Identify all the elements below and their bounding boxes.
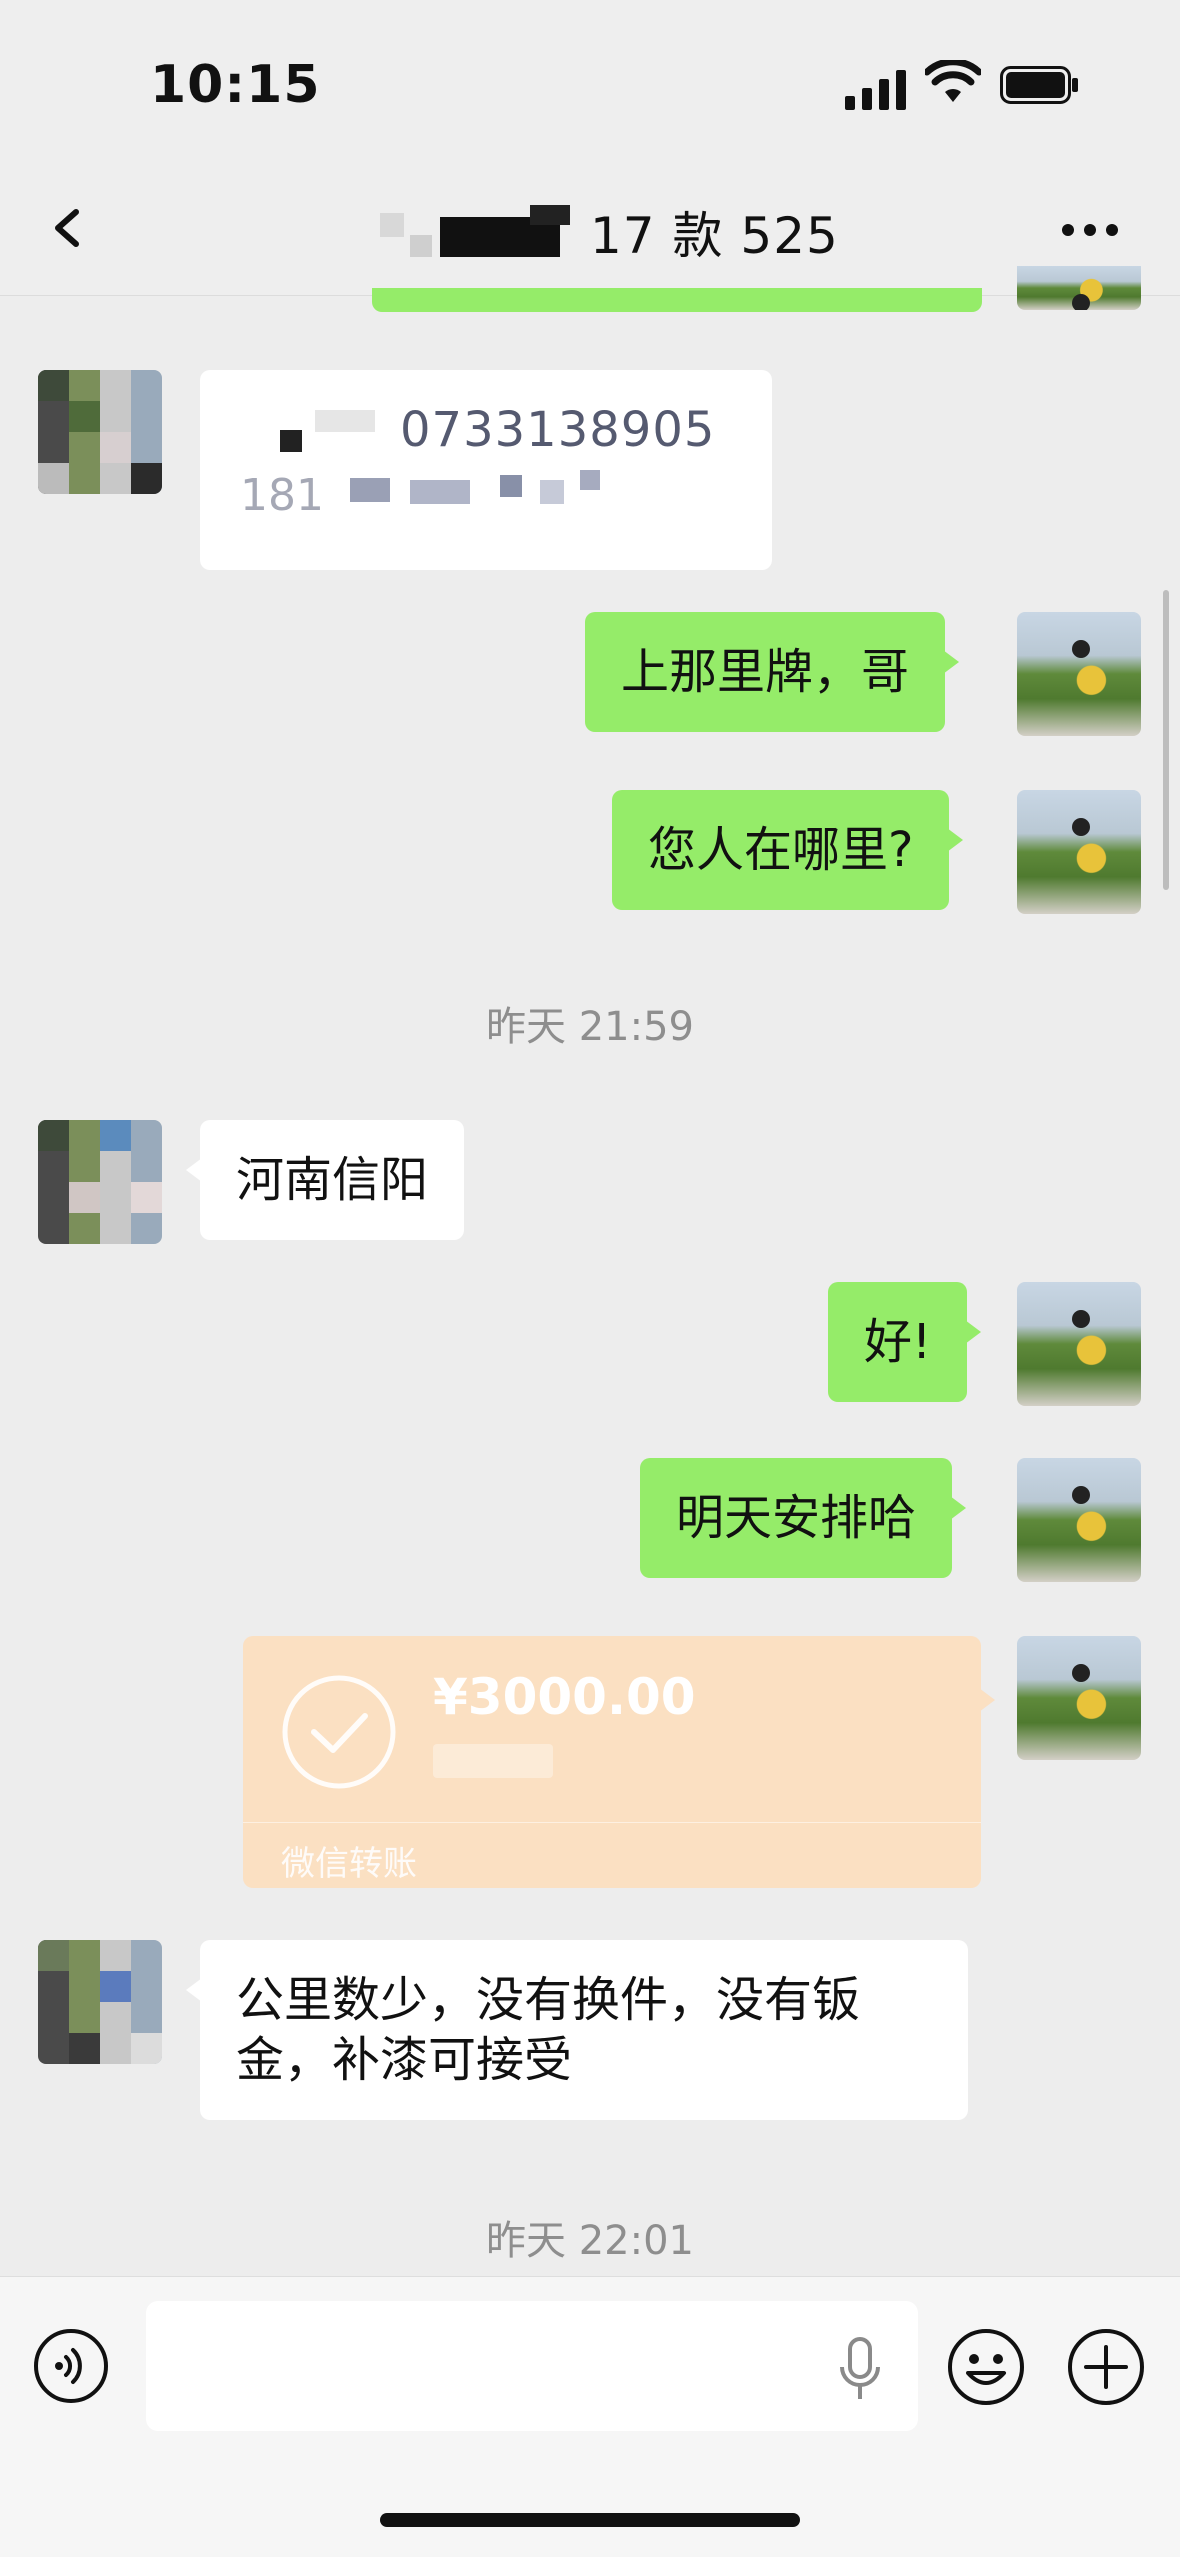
- message-bubble-sent[interactable]: 上那里牌，哥: [585, 612, 960, 732]
- back-chevron-icon[interactable]: [48, 208, 88, 248]
- contact-avatar[interactable]: [38, 370, 162, 494]
- status-bar: 10:15: [0, 0, 1180, 160]
- wechat-transfer-card[interactable]: ¥3000.00 微信转账: [243, 1636, 995, 1888]
- contact-avatar[interactable]: [38, 1940, 162, 2064]
- message-bubble-sent[interactable]: 您人在哪里?: [612, 790, 964, 910]
- message-text: 公里数少，没有换件，没有钣金，补漆可接受: [236, 1972, 861, 2088]
- message-text: 河南信阳: [236, 1152, 429, 1208]
- message-timestamp: 昨天 22:01: [486, 2218, 694, 2264]
- message-bubble-sent[interactable]: 明天安排哈: [640, 1458, 967, 1578]
- message-timestamp: 昨天 21:59: [486, 1004, 694, 1050]
- emoji-icon[interactable]: [946, 2327, 1026, 2407]
- status-time: 10:15: [150, 55, 321, 115]
- battery-icon: [1000, 66, 1078, 104]
- message-bubble-received[interactable]: 公里数少，没有换件，没有钣金，补漆可接受: [186, 1940, 968, 2120]
- chat-header: 17 款 525: [0, 160, 1180, 296]
- message-bubble-sent[interactable]: 好!: [828, 1282, 982, 1402]
- self-avatar[interactable]: [1017, 790, 1141, 914]
- plus-icon[interactable]: [1066, 2327, 1146, 2407]
- transfer-label: 微信转账: [281, 1844, 417, 1884]
- message-input[interactable]: [146, 2301, 918, 2431]
- self-avatar[interactable]: [1017, 612, 1141, 736]
- redacted-text-bubble[interactable]: 0733138905 181: [200, 370, 772, 570]
- transfer-divider: [243, 1822, 981, 1823]
- message-input-bar: [0, 2276, 1180, 2557]
- self-avatar[interactable]: [1017, 1636, 1141, 1760]
- home-indicator[interactable]: [380, 2513, 800, 2527]
- contact-avatar[interactable]: [38, 1120, 162, 1244]
- microphone-icon[interactable]: [838, 2337, 882, 2401]
- check-circle-icon: [282, 1675, 396, 1789]
- phone-number-text: 0733138905: [400, 402, 716, 458]
- partial-message-bubble[interactable]: [372, 288, 982, 312]
- message-text: 好!: [864, 1314, 932, 1370]
- self-avatar[interactable]: [1017, 1458, 1141, 1582]
- message-text: 您人在哪里?: [648, 822, 914, 878]
- chat-scrollbar[interactable]: [1163, 590, 1169, 890]
- transfer-note-redacted: [433, 1744, 553, 1778]
- voice-mode-icon[interactable]: [32, 2327, 110, 2405]
- phone-number-line2: 181: [240, 470, 324, 521]
- self-avatar[interactable]: [1017, 1282, 1141, 1406]
- cellular-signal-icon: [845, 70, 906, 110]
- wifi-icon: [925, 60, 981, 102]
- chat-title: 17 款 525: [590, 207, 839, 265]
- self-avatar[interactable]: [1017, 266, 1141, 310]
- message-text: 上那里牌，哥: [621, 644, 910, 700]
- more-dots-icon[interactable]: [1060, 220, 1120, 240]
- chat-messages[interactable]: 0733138905 181 上那里牌，哥 您人在哪里? 昨天 21:59 河南…: [0, 266, 1180, 2276]
- message-text: 明天安排哈: [676, 1490, 917, 1546]
- title-redacted-blur: [380, 205, 570, 257]
- message-bubble-received[interactable]: 河南信阳: [185, 1120, 465, 1240]
- transfer-amount: ¥3000.00: [433, 1668, 696, 1726]
